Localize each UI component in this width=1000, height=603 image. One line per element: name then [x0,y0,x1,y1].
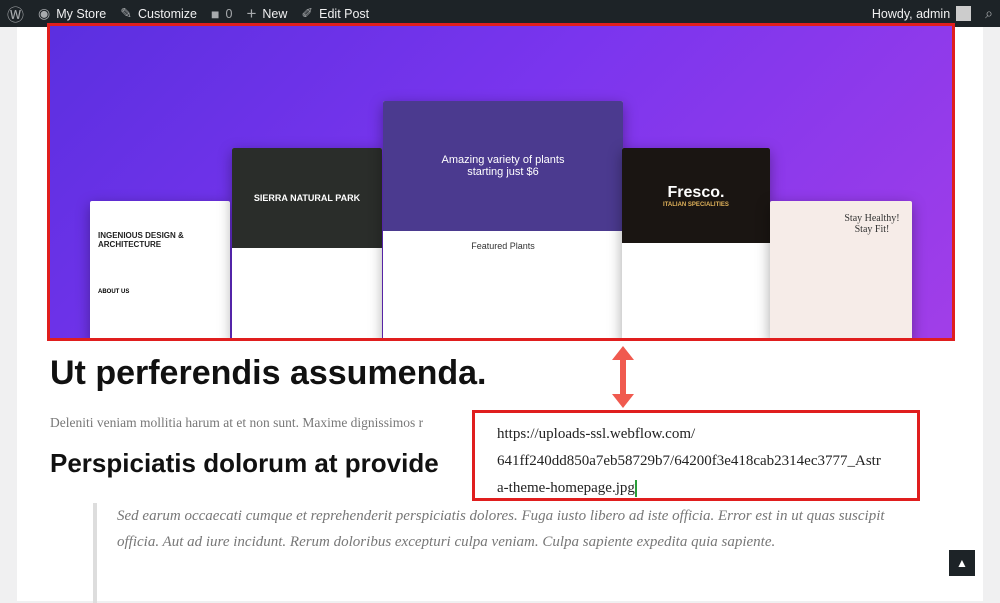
comment-icon: ■ [211,5,220,22]
avatar [956,6,972,21]
mockup-fresco: Fresco. ITALIAN SPECIALITIES [622,148,770,338]
featured-image: INGENIOUS DESIGN & ARCHITECTURE ABOUT US… [47,23,955,341]
pencil-icon: ✐ [301,5,314,21]
mockup-plants: Amazing variety of plants starting just … [383,101,623,338]
search-button[interactable]: ⌕ [978,0,1000,27]
section-heading: Perspiciatis dolorum at provide [50,448,439,478]
chevron-up-icon: ▲ [956,556,968,570]
text-cursor [634,480,637,498]
mockup-fitness: Stay Healthy! Stay Fit! [770,201,912,338]
image-url-callout: https://uploads-ssl.webflow.com/ 641ff24… [472,410,920,501]
post-title: Ut perferendis assumenda. [50,354,487,392]
scroll-to-top-button[interactable]: ▲ [949,550,975,576]
search-icon: ⌕ [985,5,993,21]
blockquote: Sed earum occaecati cumque et reprehende… [93,503,913,603]
wordpress-menu[interactable]: Ⓦ [0,0,31,27]
mockup-sierra: SIERRA NATURAL PARK [232,148,382,338]
plus-icon: + [246,3,257,23]
brush-icon: ✎ [120,5,132,21]
post-paragraph: Deleniti veniam mollitia harum at et non… [50,415,424,430]
wordpress-icon: Ⓦ [7,6,24,25]
dashboard-icon: ◉ [38,5,51,21]
double-arrow-icon [612,346,634,408]
mockup-architecture: INGENIOUS DESIGN & ARCHITECTURE ABOUT US [90,201,230,338]
